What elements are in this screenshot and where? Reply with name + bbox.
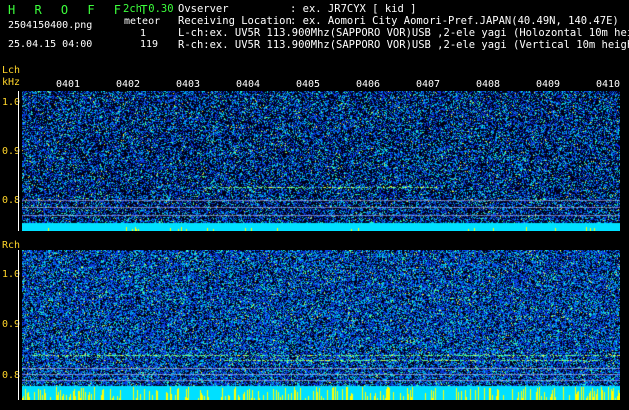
meteor-count-l: 1 xyxy=(140,28,147,39)
time-tick-0406: 0406 xyxy=(356,79,381,90)
time-tick-0408: 0408 xyxy=(476,79,501,90)
time-tick-0409: 0409 xyxy=(536,79,561,90)
lch-spectrogram xyxy=(22,91,620,231)
meteor-count-r: 119 xyxy=(140,39,159,50)
lch-y-axis xyxy=(18,91,19,231)
observer-value: : ex. JR7CYX [ kid ] xyxy=(290,3,417,15)
location-label: Receiving Location xyxy=(178,15,292,27)
meteor-label: meteor xyxy=(124,16,161,27)
file-name: 2504150400.png xyxy=(8,20,93,31)
time-tick-0407: 0407 xyxy=(416,79,441,90)
time-tick-0403: 0403 xyxy=(176,79,201,90)
lch-spectrogram-canvas xyxy=(22,91,620,231)
lch-info: L-ch:ex. UV5R 113.900Mhz(SAPPORO VOR)USB… xyxy=(178,27,629,39)
time-tick-0405: 0405 xyxy=(296,79,321,90)
observer-label: Ovserver xyxy=(178,3,229,15)
rch-spectrogram-canvas xyxy=(22,250,620,400)
lch-label: Lch xyxy=(2,65,21,76)
location-value: : ex. Aomori City Aomori-Pref.JAPAN(40.4… xyxy=(290,15,619,27)
time-tick-0410: 0410 xyxy=(596,79,621,90)
channel-info: 2ch 0.30 xyxy=(123,3,174,15)
rch-info: R-ch:ex. UV5R 113.900Mhz(SAPPORO VOR)USB… xyxy=(178,39,629,51)
datetime: 25.04.15 04:00 xyxy=(8,39,93,50)
time-tick-0402: 0402 xyxy=(116,79,141,90)
lch-unit: kHz xyxy=(2,77,21,88)
time-tick-0401: 0401 xyxy=(56,79,81,90)
rch-y-axis xyxy=(18,250,19,400)
time-tick-0404: 0404 xyxy=(236,79,261,90)
rch-spectrogram xyxy=(22,250,620,400)
